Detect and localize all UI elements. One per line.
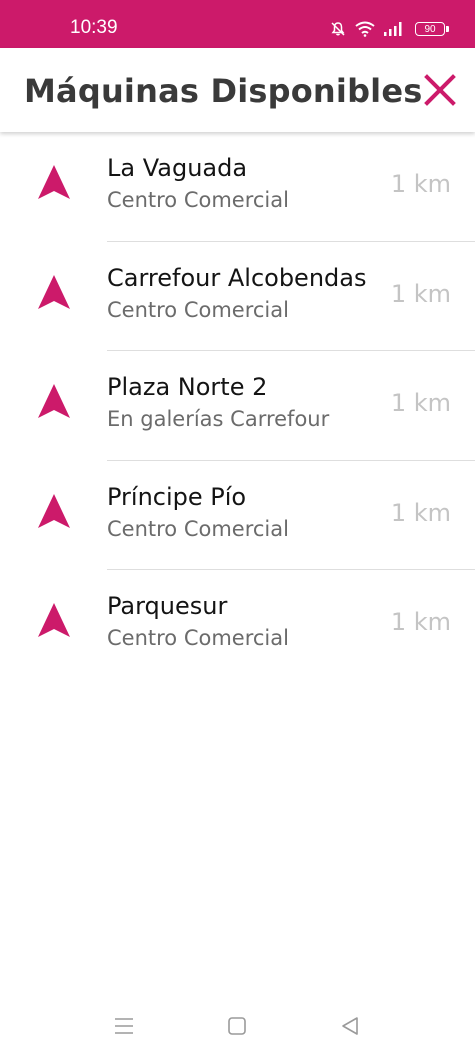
- machine-list: La Vaguada Centro Comercial 1 km Carrefo…: [0, 132, 475, 680]
- navigation-arrow-icon: [37, 602, 71, 638]
- page-title: Máquinas Disponibles: [24, 72, 423, 110]
- back-button[interactable]: [334, 1012, 366, 1044]
- back-icon: [340, 1016, 360, 1041]
- list-item[interactable]: Príncipe Pío Centro Comercial 1 km: [0, 461, 475, 570]
- status-bar: 10:39 90: [0, 0, 475, 48]
- list-item[interactable]: Plaza Norte 2 En galerías Carrefour 1 km: [0, 351, 475, 461]
- system-nav-bar: [0, 1000, 475, 1056]
- navigation-arrow-icon: [37, 164, 71, 200]
- close-button[interactable]: [418, 70, 462, 114]
- close-icon: [424, 73, 456, 111]
- navigation-arrow-icon: [37, 274, 71, 310]
- signal-icon: [384, 21, 406, 37]
- list-item[interactable]: La Vaguada Centro Comercial 1 km: [0, 132, 475, 242]
- machine-distance: 1 km: [390, 608, 451, 636]
- list-item[interactable]: Parquesur Centro Comercial 1 km: [0, 570, 475, 680]
- navigation-arrow-icon: [37, 493, 71, 529]
- machine-name: Parquesur: [107, 592, 228, 620]
- home-icon: [227, 1016, 247, 1041]
- machine-subtitle: En galerías Carrefour: [107, 407, 330, 431]
- machine-subtitle: Centro Comercial: [107, 188, 289, 212]
- status-time: 10:39: [70, 17, 118, 38]
- menu-icon: [113, 1017, 135, 1040]
- wifi-icon: [355, 21, 375, 37]
- status-icons: 90: [330, 19, 449, 39]
- machine-subtitle: Centro Comercial: [107, 626, 289, 650]
- machine-name: La Vaguada: [107, 154, 248, 182]
- machine-distance: 1 km: [390, 170, 451, 198]
- machine-distance: 1 km: [390, 498, 451, 527]
- machine-distance: 1 km: [390, 389, 451, 417]
- bell-off-icon: [330, 21, 346, 37]
- machine-subtitle: Centro Comercial: [107, 516, 289, 541]
- machine-distance: 1 km: [390, 279, 451, 308]
- list-item[interactable]: Carrefour Alcobendas Centro Comercial 1 …: [0, 242, 475, 351]
- machine-name: Plaza Norte 2: [107, 373, 268, 401]
- machine-subtitle: Centro Comercial: [107, 297, 289, 322]
- battery-icon: 90: [415, 22, 449, 36]
- machine-name: Carrefour Alcobendas: [107, 263, 367, 292]
- navigation-arrow-icon: [37, 383, 71, 419]
- app-header: Máquinas Disponibles: [0, 48, 475, 132]
- menu-button[interactable]: [108, 1012, 140, 1044]
- machine-name: Príncipe Pío: [107, 482, 247, 511]
- home-button[interactable]: [221, 1012, 253, 1044]
